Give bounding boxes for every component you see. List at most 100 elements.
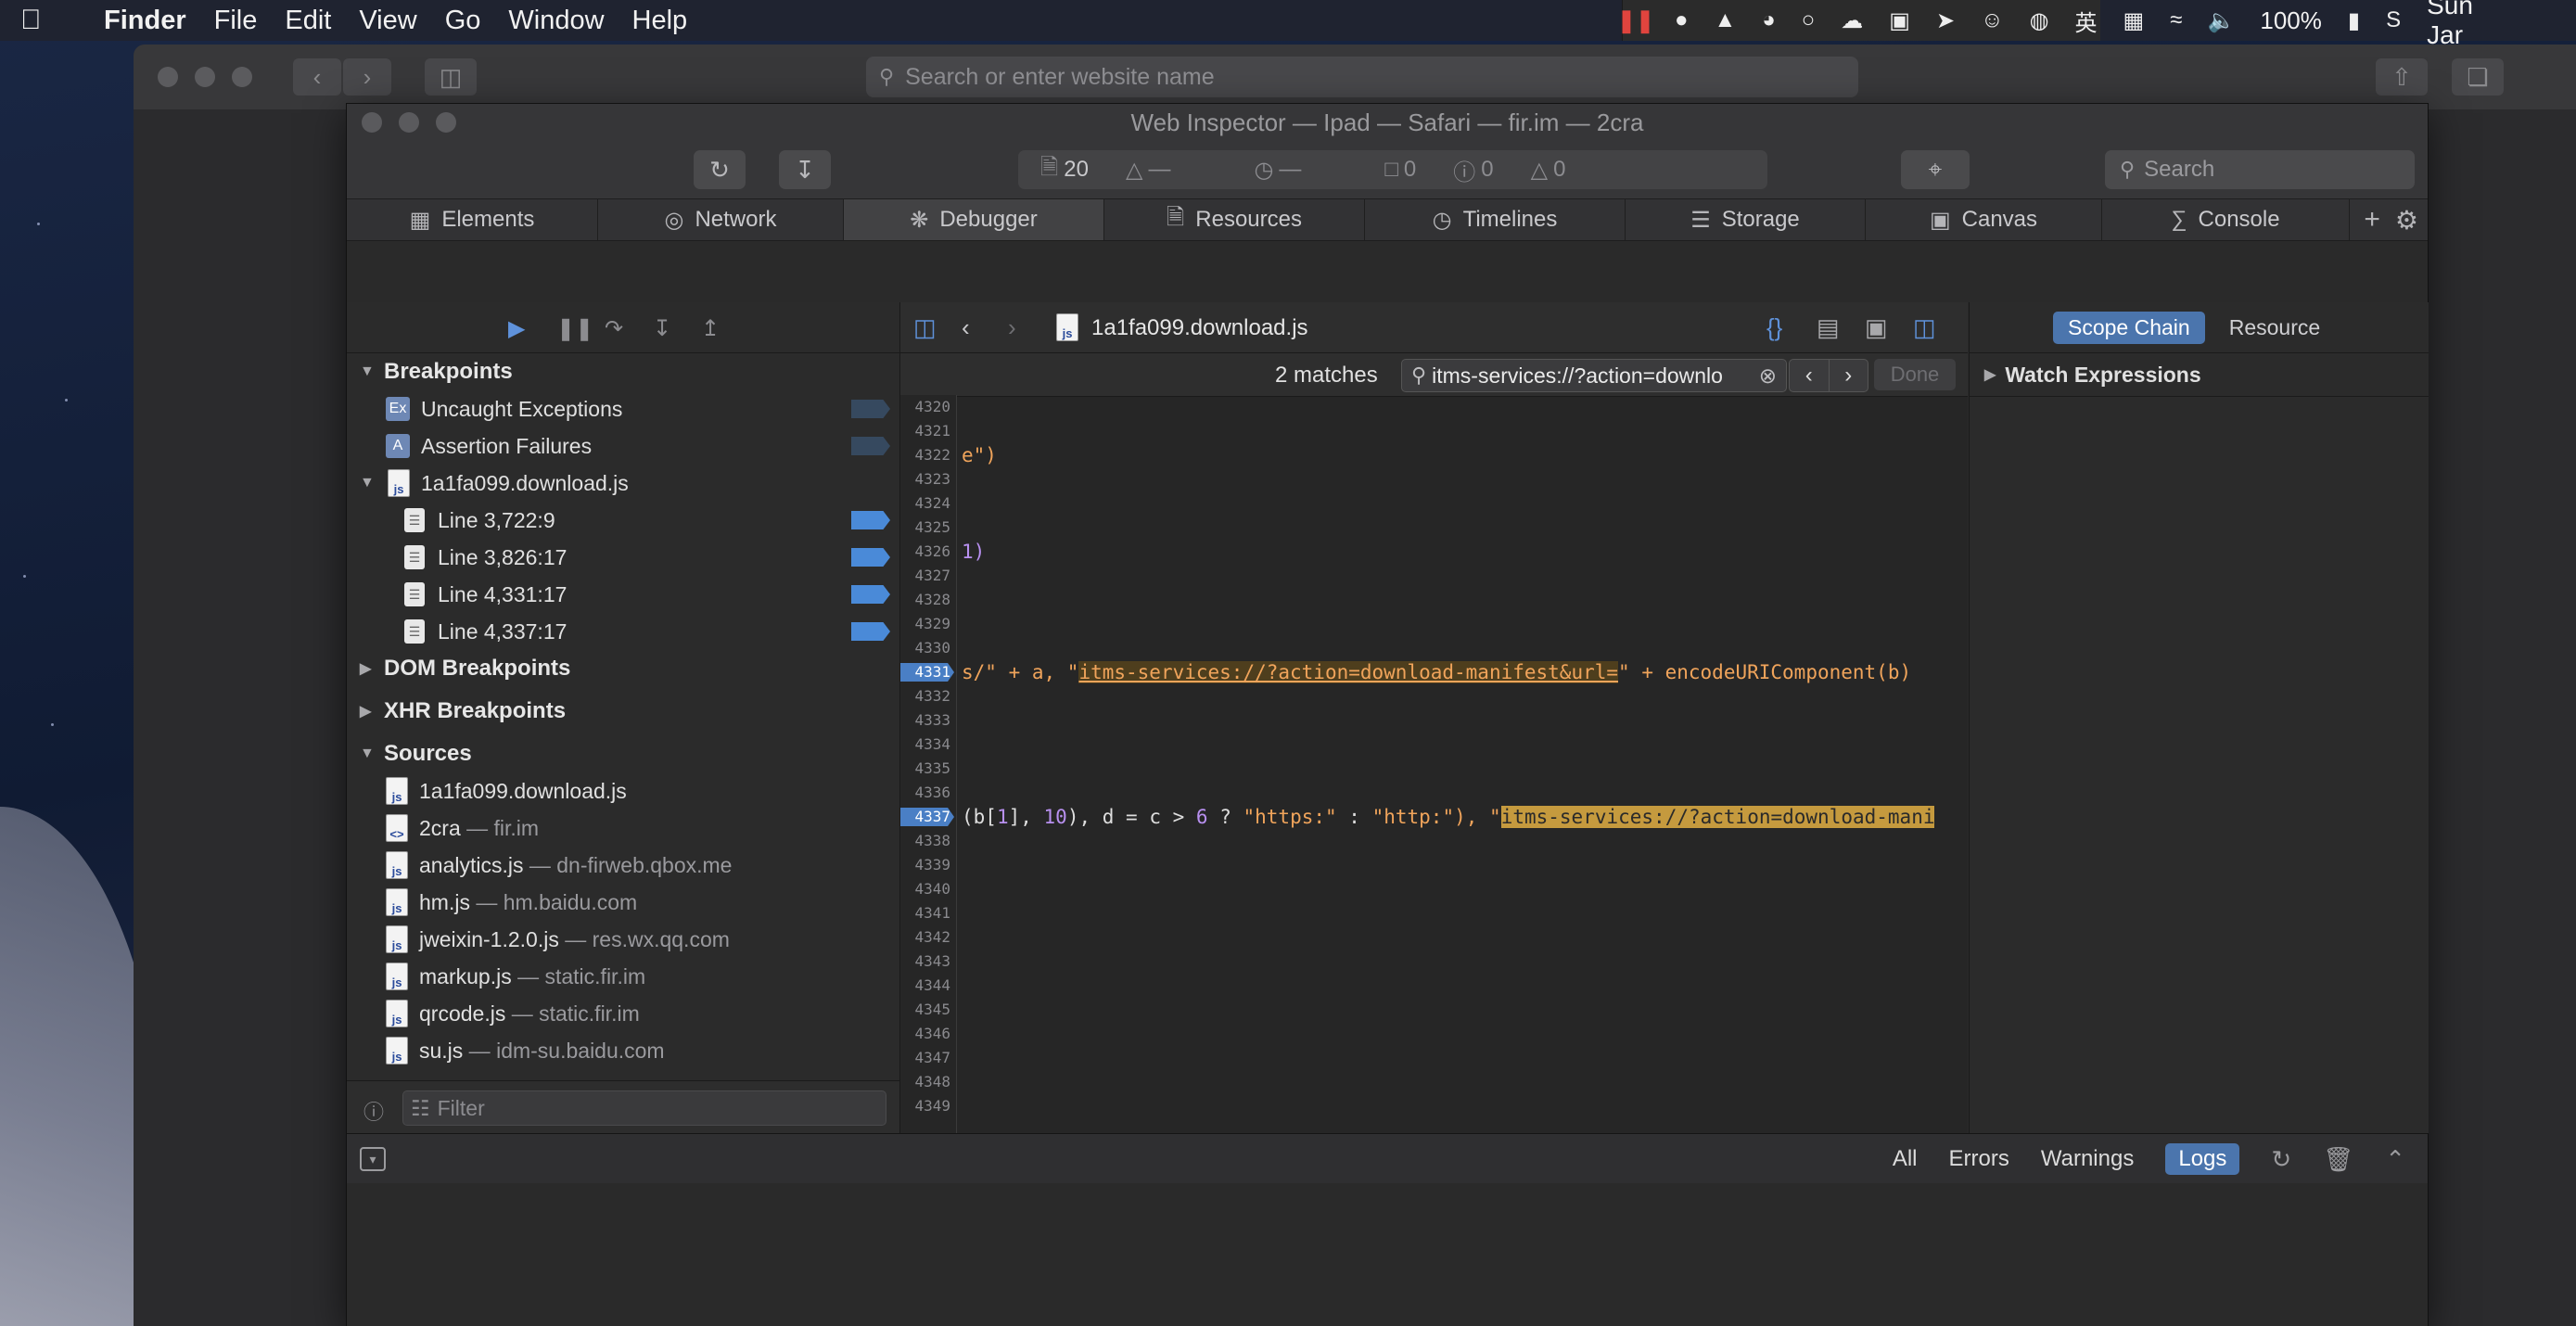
- line-number[interactable]: 4339: [900, 853, 956, 877]
- tab-elements[interactable]: ▦ Elements: [347, 199, 598, 240]
- line-number[interactable]: 4334: [900, 733, 956, 757]
- step-out-icon[interactable]: ↥: [701, 315, 720, 342]
- filter-input[interactable]: ☷ Filter: [402, 1090, 886, 1126]
- line-number[interactable]: 4329: [900, 612, 956, 636]
- menu-clock[interactable]: Sun Jar: [2427, 0, 2473, 50]
- breakpoint-file-row[interactable]: ▼ js 1a1fa099.download.js: [347, 465, 899, 502]
- source-item[interactable]: js hm.js — hm.baidu.com: [347, 884, 899, 921]
- line-number[interactable]: 4332: [900, 684, 956, 708]
- back-icon[interactable]: ‹: [962, 313, 970, 342]
- pause-icon[interactable]: ❚❚: [556, 315, 593, 342]
- tabs-overview-icon[interactable]: ❏: [2452, 58, 2504, 96]
- inspector-zoom-button[interactable]: [436, 112, 456, 133]
- menu-view[interactable]: View: [359, 6, 416, 36]
- console-output[interactable]: [347, 1183, 2428, 1326]
- source-item[interactable]: js su.js — idm-su.baidu.com: [347, 1032, 899, 1069]
- line-number[interactable]: 4342: [900, 925, 956, 950]
- battery-percent[interactable]: 100%: [2260, 6, 2322, 35]
- breakpoint-flag-icon[interactable]: [851, 511, 890, 529]
- sidebar-toggle-icon[interactable]: ◫: [425, 58, 477, 96]
- source-item[interactable]: js analytics.js — dn-firweb.qbox.me: [347, 847, 899, 884]
- uncaught-exceptions-row[interactable]: Ex Uncaught Exceptions: [347, 390, 899, 427]
- console-filter-all[interactable]: All: [1893, 1146, 1918, 1172]
- console-toggle-icon[interactable]: ▾: [360, 1147, 386, 1171]
- line-number[interactable]: 4330: [900, 636, 956, 660]
- line-number[interactable]: 4333: [900, 708, 956, 733]
- tab-console[interactable]: ∑ Console: [2102, 199, 2350, 240]
- sources-section-header[interactable]: ▼ Sources: [347, 735, 899, 772]
- find-input[interactable]: ⚲ itms-services://?action=downlo ⊗: [1401, 359, 1787, 392]
- line-number[interactable]: 4322: [900, 443, 956, 467]
- download-icon[interactable]: ↧: [779, 150, 831, 189]
- source-item[interactable]: js qrcode.js — static.fir.im: [347, 995, 899, 1032]
- type-profiler-icon[interactable]: ▤: [1817, 313, 1840, 342]
- tab-resources[interactable]: 🗎 Resources: [1104, 199, 1365, 240]
- line-number[interactable]: 4320: [900, 395, 956, 419]
- line-number[interactable]: 4343: [900, 950, 956, 974]
- breakpoint-line-row[interactable]: ☰ Line 3,722:9: [347, 502, 899, 539]
- done-button[interactable]: Done: [1874, 359, 1956, 390]
- microphone-status-icon[interactable]: ◍: [2030, 8, 2049, 33]
- breakpoint-line-row[interactable]: ☰ Line 4,331:17: [347, 576, 899, 613]
- breakpoint-line-row[interactable]: ☰ Line 3,826:17: [347, 539, 899, 576]
- line-number[interactable]: 4328: [900, 588, 956, 612]
- inbox-status-icon[interactable]: ▣: [1889, 8, 1910, 33]
- line-number[interactable]: 4348: [900, 1070, 956, 1094]
- console-filter-errors[interactable]: Errors: [1949, 1146, 2009, 1172]
- menu-window[interactable]: Window: [508, 6, 604, 36]
- line-number[interactable]: 4338: [900, 829, 956, 853]
- apple-menu-icon[interactable]: : [20, 5, 57, 36]
- line-number[interactable]: 4326: [900, 540, 956, 564]
- send-status-icon[interactable]: ➤: [1936, 8, 1955, 33]
- line-number[interactable]: 4335: [900, 757, 956, 781]
- previous-match-icon[interactable]: ‹: [1790, 360, 1829, 391]
- reload-icon[interactable]: ↻: [694, 150, 746, 189]
- details-sidebar-toggle-icon[interactable]: ◫: [1913, 313, 1936, 342]
- clear-search-icon[interactable]: ⊗: [1759, 363, 1777, 389]
- line-number[interactable]: 4345: [900, 998, 956, 1022]
- console-filter-logs[interactable]: Logs: [2165, 1143, 2240, 1175]
- breakpoint-line-number[interactable]: 4331: [900, 660, 956, 684]
- tab-canvas[interactable]: ▣ Canvas: [1866, 199, 2102, 240]
- dashboard[interactable]: 🗎 20 △ — ◷ — □ 0 ⓘ 0 △ 0: [1018, 150, 1767, 189]
- console-filter-warnings[interactable]: Warnings: [2041, 1146, 2134, 1172]
- qq-status-icon[interactable]: ▲: [1715, 7, 1737, 32]
- source-item[interactable]: js 1a1fa099.download.js: [347, 772, 899, 810]
- line-number[interactable]: 4321: [900, 419, 956, 443]
- safari-close-button[interactable]: [158, 67, 178, 87]
- input-method-label[interactable]: 英: [2075, 8, 2098, 36]
- keyboard-status-icon[interactable]: ▦: [2123, 8, 2145, 33]
- settings-gear-icon[interactable]: ⚙: [2395, 205, 2418, 236]
- info-icon[interactable]: ⓘ: [363, 1096, 384, 1126]
- menu-app-name[interactable]: Finder: [104, 6, 186, 36]
- expand-console-icon[interactable]: ⌃: [2385, 1145, 2405, 1174]
- preserve-log-icon[interactable]: ↻: [2271, 1145, 2291, 1174]
- source-item[interactable]: js markup.js — static.fir.im: [347, 958, 899, 995]
- tab-timelines[interactable]: ◷ Timelines: [1365, 199, 1626, 240]
- resource-tab[interactable]: Resource: [2229, 315, 2320, 340]
- breakpoint-flag-icon[interactable]: [851, 622, 890, 641]
- menu-file[interactable]: File: [214, 6, 258, 36]
- pause-status-icon[interactable]: ❚❚: [1617, 8, 1654, 33]
- line-number[interactable]: 4323: [900, 467, 956, 491]
- add-tab-icon[interactable]: +: [2364, 204, 2380, 236]
- volume-icon[interactable]: 🔈: [2207, 8, 2235, 33]
- assertion-failures-row[interactable]: A Assertion Failures: [347, 427, 899, 465]
- line-number[interactable]: 4340: [900, 877, 956, 901]
- tab-debugger[interactable]: ❋ Debugger: [844, 199, 1104, 240]
- inspector-close-button[interactable]: [362, 112, 382, 133]
- safari-zoom-button[interactable]: [232, 67, 252, 87]
- line-number[interactable]: 4346: [900, 1022, 956, 1046]
- app-s-status-icon[interactable]: S: [2386, 7, 2401, 32]
- back-button[interactable]: ‹: [293, 58, 341, 96]
- forward-icon[interactable]: ›: [1008, 313, 1016, 342]
- breakpoint-flag-icon[interactable]: [851, 548, 890, 567]
- line-number-gutter[interactable]: 4320 4321 4322 4323 4324 4325 4326 4327 4328 4329…: [900, 395, 957, 1133]
- tab-network[interactable]: ◎ Network: [598, 199, 844, 240]
- next-match-icon[interactable]: ›: [1828, 360, 1868, 391]
- share-icon[interactable]: ⇧: [2376, 58, 2428, 96]
- code-coverage-icon[interactable]: ▣: [1865, 313, 1888, 342]
- line-number[interactable]: 4325: [900, 516, 956, 540]
- safari-minimize-button[interactable]: [195, 67, 215, 87]
- cloud-status-icon[interactable]: ☁: [1841, 8, 1863, 33]
